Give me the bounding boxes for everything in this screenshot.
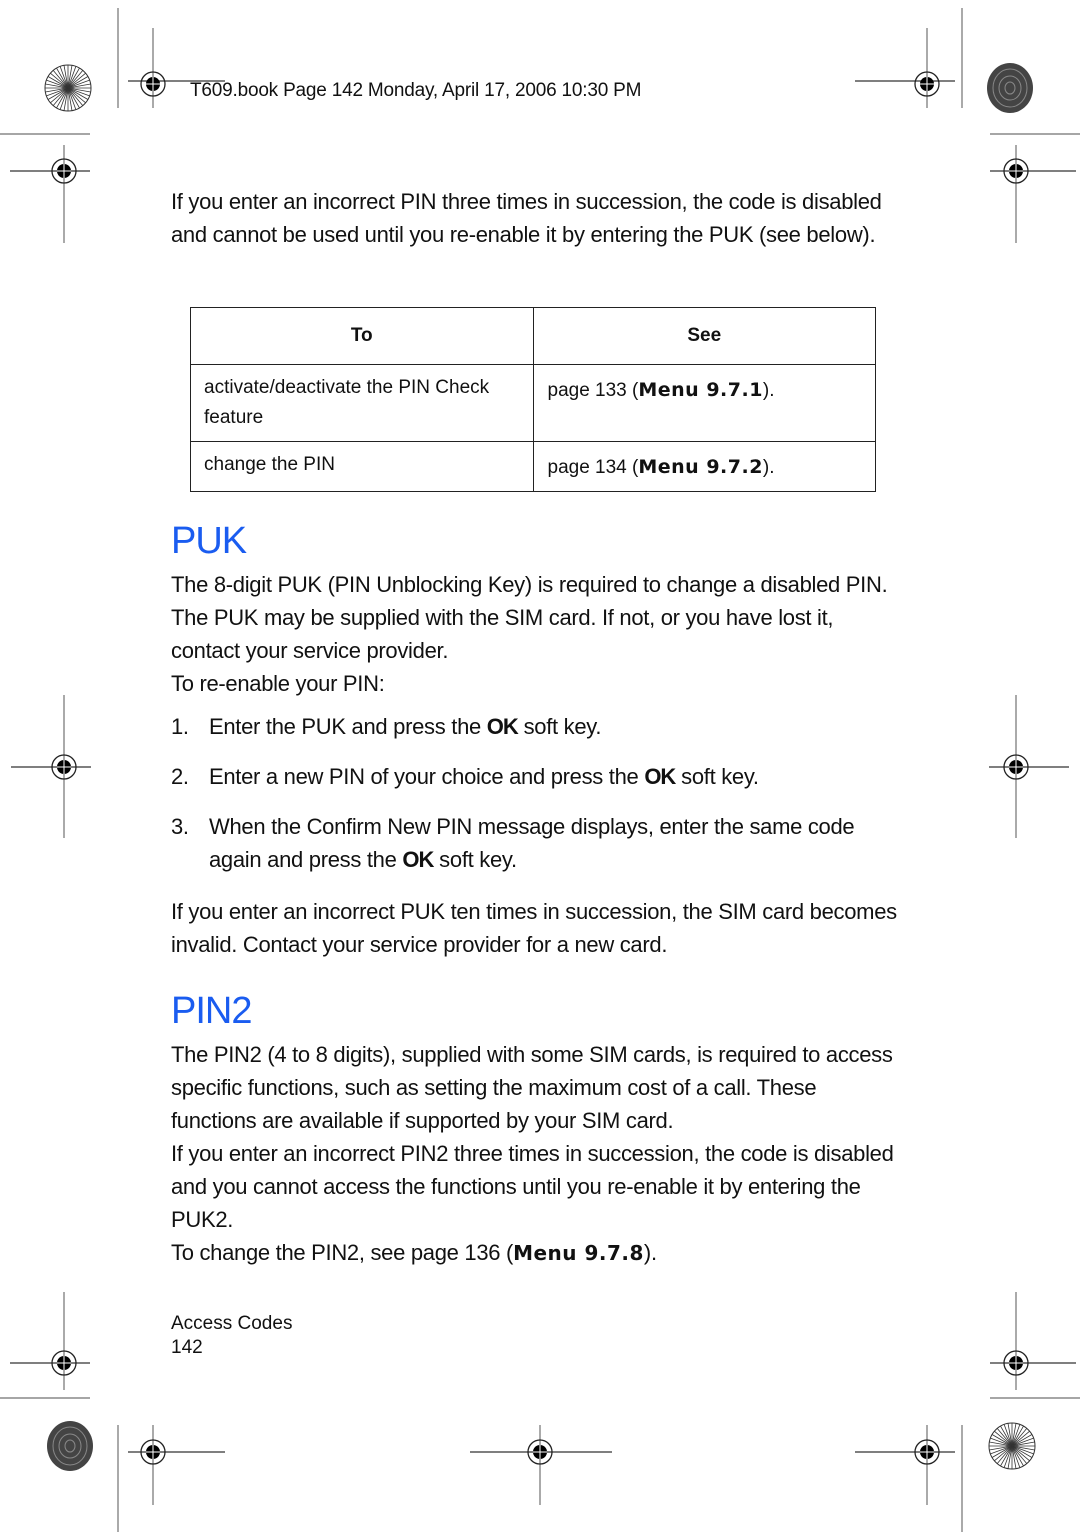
step-text: soft key.	[517, 714, 602, 739]
pin2-change-reference: To change the PIN2, see page 136 (Menu 9…	[171, 1236, 901, 1270]
ok-key-label: OK	[644, 764, 676, 789]
ok-key-label: OK	[486, 714, 519, 739]
step-number: 2.	[171, 764, 189, 789]
column-header-to: To	[190, 307, 534, 365]
menu-reference: Menu 9.7.2	[638, 456, 763, 478]
step-text: soft key.	[675, 764, 759, 789]
step-number: 3.	[171, 814, 189, 839]
puk-heading: PUK	[171, 520, 247, 562]
list-item: 2. Enter a new PIN of your choice and pr…	[171, 760, 891, 793]
menu-reference: Menu 9.7.1	[638, 379, 763, 401]
ok-key-label: OK	[402, 847, 434, 872]
punctuation: ).	[643, 1240, 657, 1265]
footer-section-title: Access Codes	[171, 1313, 293, 1334]
table-header-row: To See	[190, 307, 876, 365]
concentric-mark-bottom-left	[47, 1421, 93, 1471]
puk-steps-list: 1. Enter the PUK and press the OK soft k…	[171, 710, 891, 893]
table-cell-see: page 133 (Menu 9.7.1).	[532, 364, 876, 442]
page-reference: page 133 (	[547, 380, 639, 401]
page-reference: To change the PIN2, see page 136 (	[171, 1240, 514, 1265]
menu-reference: Menu 9.7.8	[513, 1241, 644, 1265]
table-row: activate/deactivate the PIN Check featur…	[190, 364, 876, 442]
table-row: change the PIN page 134 (Menu 9.7.2).	[190, 441, 876, 492]
list-item: 1. Enter the PUK and press the OK soft k…	[171, 710, 891, 743]
table-cell-to: activate/deactivate the PIN Check featur…	[190, 364, 534, 442]
table-cell-see: page 134 (Menu 9.7.2).	[532, 441, 876, 492]
list-item: 3. When the Confirm New PIN message disp…	[171, 810, 891, 876]
concentric-mark-top-right	[987, 63, 1033, 113]
puk-warning: If you enter an incorrect PUK ten times …	[171, 899, 897, 957]
table-cell-to: change the PIN	[190, 441, 534, 492]
step-text: When the Confirm New PIN message display…	[209, 814, 855, 872]
print-header: T609.book Page 142 Monday, April 17, 200…	[190, 80, 642, 101]
pin2-paragraph-1: The PIN2 (4 to 8 digits), supplied with …	[171, 1042, 893, 1133]
starburst-mark-bottom-right	[988, 1422, 1036, 1470]
punctuation: ).	[762, 380, 775, 401]
puk-paragraph: The 8-digit PUK (PIN Unblocking Key) is …	[171, 572, 888, 663]
puk-lead-in: To re-enable your PIN:	[171, 671, 385, 696]
intro-paragraph: If you enter an incorrect PIN three time…	[171, 189, 882, 247]
step-number: 1.	[171, 714, 189, 739]
page-reference: page 134 (	[547, 457, 639, 478]
reference-table: To See activate/deactivate the PIN Check…	[190, 307, 876, 492]
page-footer: Access Codes 142	[171, 1312, 292, 1360]
step-text: soft key.	[433, 847, 517, 872]
column-header-see: See	[532, 307, 876, 365]
punctuation: ).	[762, 457, 775, 478]
step-text: Enter the PUK and press the	[209, 714, 487, 739]
step-text: Enter a new PIN of your choice and press…	[209, 764, 645, 789]
pin2-heading: PIN2	[171, 990, 252, 1032]
pin2-paragraph-2: If you enter an incorrect PIN2 three tim…	[171, 1141, 894, 1232]
starburst-mark-top-left	[44, 64, 92, 112]
footer-page-number: 142	[171, 1337, 203, 1358]
